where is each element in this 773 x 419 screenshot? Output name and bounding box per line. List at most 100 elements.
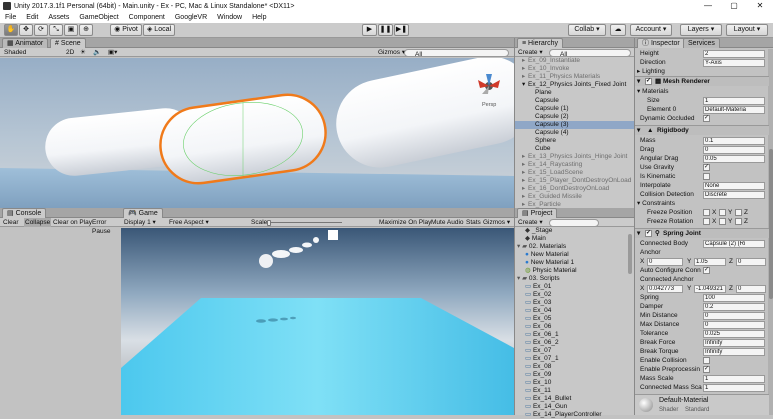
- cloud-button[interactable]: ☁: [610, 24, 626, 36]
- hierarchy-item[interactable]: Capsule (1): [515, 105, 634, 113]
- layers-button[interactable]: Layers ▾: [680, 24, 722, 36]
- hierarchy-item[interactable]: Plane: [515, 89, 634, 97]
- tab-inspector[interactable]: ⓘ Inspector: [637, 38, 685, 48]
- project-item[interactable]: ▭ Ex_06: [515, 323, 634, 331]
- move-tool-button[interactable]: ✥: [19, 24, 33, 36]
- menu-window[interactable]: Window: [212, 14, 247, 21]
- hierarchy-item[interactable]: ▸ Ex_15_LoadScene: [515, 169, 634, 177]
- direction-dropdown[interactable]: Y-Axis: [703, 58, 765, 67]
- anchor-z-field[interactable]: 0: [736, 257, 766, 266]
- rect-tool-button[interactable]: ▣: [64, 24, 78, 36]
- drag-field[interactable]: 0: [703, 145, 765, 154]
- project-item[interactable]: ▭ Ex_07: [515, 347, 634, 355]
- tab-animator[interactable]: ▦ Animator: [2, 38, 49, 48]
- element0-field[interactable]: Default-Materia: [703, 105, 765, 114]
- project-item[interactable]: ◆ Main: [515, 235, 634, 243]
- hierarchy-item[interactable]: Capsule (2): [515, 113, 634, 121]
- material-preview-section[interactable]: Default-Material Shader Standard: [635, 394, 769, 415]
- project-item[interactable]: ▭ Ex_08: [515, 363, 634, 371]
- hierarchy-item[interactable]: Capsule: [515, 97, 634, 105]
- menu-edit[interactable]: Edit: [21, 14, 43, 21]
- minimize-button[interactable]: —: [695, 0, 721, 12]
- mesh-renderer-enabled-checkbox[interactable]: ✓: [645, 78, 652, 85]
- scale-slider[interactable]: [267, 222, 342, 223]
- stats-button[interactable]: Stats: [466, 218, 481, 227]
- spring-joint-header[interactable]: ▾ ✓ ⚲ Spring Joint: [635, 228, 769, 238]
- project-item[interactable]: ▭ Ex_11: [515, 387, 634, 395]
- step-button[interactable]: ▶❚: [394, 24, 409, 36]
- freeze-rotation-z-checkbox[interactable]: [735, 218, 742, 225]
- layout-button[interactable]: Layout ▾: [726, 24, 768, 36]
- game-gizmos-dropdown[interactable]: Gizmos ▾: [483, 218, 510, 227]
- mass-scale-field[interactable]: 1: [703, 374, 765, 383]
- spring-joint-enabled-checkbox[interactable]: ✓: [645, 230, 652, 237]
- audio-icon[interactable]: 🔈: [93, 48, 101, 57]
- console-clear-button[interactable]: Clear: [3, 218, 19, 227]
- tab-project[interactable]: ▤ Project: [517, 208, 558, 218]
- tab-services[interactable]: Services: [683, 38, 720, 48]
- menu-assets[interactable]: Assets: [43, 14, 74, 21]
- spring-field[interactable]: 100: [703, 293, 765, 302]
- use-gravity-checkbox[interactable]: ✓: [703, 164, 710, 171]
- tab-hierarchy[interactable]: ≡ Hierarchy: [517, 38, 563, 48]
- hierarchy-search-input[interactable]: All: [549, 48, 631, 58]
- break-force-field[interactable]: Infinity: [703, 338, 765, 347]
- project-item[interactable]: ▭ Ex_07_1: [515, 355, 634, 363]
- anchor-x-field[interactable]: 0: [647, 257, 683, 266]
- scale-slider-thumb[interactable]: [267, 219, 271, 226]
- hierarchy-item[interactable]: Sphere: [515, 137, 634, 145]
- hierarchy-item[interactable]: ▸ Ex_15_Player_DontDestroyOnLoad: [515, 177, 634, 185]
- light-icon[interactable]: ☀: [80, 48, 86, 57]
- freeze-position-y-checkbox[interactable]: [719, 209, 726, 216]
- maximize-on-play-button[interactable]: Maximize On Play: [379, 218, 431, 227]
- scene-view[interactable]: Persp: [0, 58, 514, 208]
- menu-googlevr[interactable]: GoogleVR: [170, 14, 212, 21]
- project-item[interactable]: ▭ Ex_06_1: [515, 331, 634, 339]
- anchor-y-field[interactable]: 1.05: [694, 257, 726, 266]
- pause-button[interactable]: ❚❚: [378, 24, 393, 36]
- maximize-button[interactable]: ▢: [721, 0, 747, 12]
- collab-button[interactable]: Collab ▾: [568, 24, 606, 36]
- game-view[interactable]: [121, 228, 514, 415]
- break-torque-field[interactable]: Infinity: [703, 347, 765, 356]
- rotate-tool-button[interactable]: ⟳: [34, 24, 48, 36]
- mesh-renderer-header[interactable]: ▾ ✓ ▦ Mesh Renderer: [635, 76, 769, 86]
- hierarchy-item[interactable]: ▸ Ex_Guided Missile: [515, 193, 634, 201]
- tab-game[interactable]: 🎮 Game: [123, 208, 163, 218]
- mass-field[interactable]: 0.1: [703, 136, 765, 145]
- dynamic-occluded-checkbox[interactable]: ✓: [703, 115, 710, 122]
- project-item[interactable]: ● New Material 1: [515, 259, 634, 267]
- project-item[interactable]: ▾ ▰ 02. Materials: [515, 243, 634, 251]
- project-scrollbar[interactable]: [628, 234, 632, 274]
- hierarchy-item[interactable]: ▸ Ex_14_Raycasting: [515, 161, 634, 169]
- hierarchy-item[interactable]: ▸ Ex_10_Invoke: [515, 65, 634, 73]
- project-item[interactable]: ▾ ▰ 03. Scripts: [515, 275, 634, 283]
- scale-tool-button[interactable]: ⤡: [49, 24, 63, 36]
- project-item[interactable]: ▭ Ex_06_2: [515, 339, 634, 347]
- close-button[interactable]: ✕: [747, 0, 773, 12]
- connected-mass-scale-field[interactable]: 1: [703, 383, 765, 392]
- enable-preprocessing-checkbox[interactable]: ✓: [703, 366, 710, 373]
- project-item[interactable]: ▭ Ex_10: [515, 379, 634, 387]
- project-item[interactable]: ▭ Ex_14_Gun: [515, 403, 634, 411]
- local-toggle[interactable]: ◈ Local: [143, 24, 175, 36]
- console-error-pause-button[interactable]: Error Pause: [92, 218, 121, 236]
- tolerance-field[interactable]: 0.025: [703, 329, 765, 338]
- size-field[interactable]: 1: [703, 96, 765, 105]
- hand-tool-button[interactable]: ✋: [4, 24, 18, 36]
- freeze-rotation-y-checkbox[interactable]: [719, 218, 726, 225]
- collision-detection-dropdown[interactable]: Discrete: [703, 190, 765, 199]
- hierarchy-item[interactable]: Capsule (4): [515, 129, 634, 137]
- shading-dropdown[interactable]: Shaded: [4, 48, 26, 57]
- menu-file[interactable]: File: [0, 14, 21, 21]
- project-item[interactable]: ▭ Ex_05: [515, 315, 634, 323]
- connected-anchor-z-field[interactable]: 0: [736, 284, 766, 293]
- account-button[interactable]: Account ▾: [630, 24, 672, 36]
- tab-console[interactable]: ▤ Console: [2, 208, 47, 218]
- play-button[interactable]: ▶: [362, 24, 377, 36]
- interpolate-dropdown[interactable]: None: [703, 181, 765, 190]
- hierarchy-create-dropdown[interactable]: Create ▾: [518, 48, 543, 57]
- hierarchy-item[interactable]: Cube: [515, 145, 634, 153]
- enable-collision-checkbox[interactable]: [703, 357, 710, 364]
- hierarchy-item[interactable]: Capsule (3): [515, 121, 634, 129]
